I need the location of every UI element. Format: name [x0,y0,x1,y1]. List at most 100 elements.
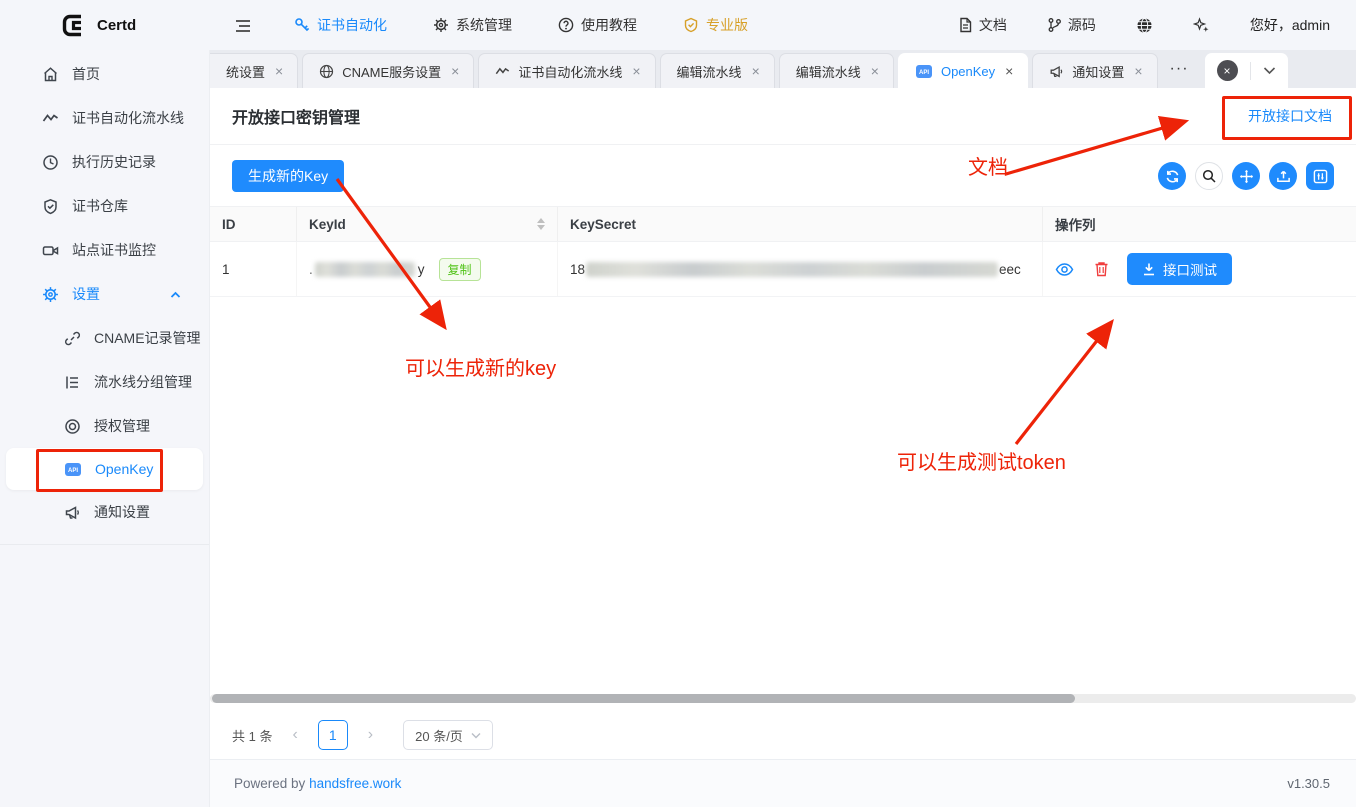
table-row: 1 . y 复制 18 eec 接口测 [210,242,1356,297]
cell-keysecret: 18 eec [558,242,1043,296]
close-icon[interactable]: × [449,63,461,79]
top-header: Certd 证书自动化 系统管理 使用教程 专业版 文档 源码 [0,0,1356,50]
copy-button[interactable]: 复制 [439,258,481,281]
tab-notifications[interactable]: 通知设置 × [1032,53,1157,88]
export-icon [1276,169,1291,184]
sidebar-item-label: 站点证书监控 [72,240,156,260]
close-icon[interactable]: × [273,63,285,79]
pulse-line-icon [42,110,59,127]
source-code-link[interactable]: 源码 [1047,15,1096,35]
view-button[interactable] [1055,262,1074,277]
sidebar-item-notifications[interactable]: 通知设置 [6,490,203,534]
close-icon[interactable]: × [869,63,881,79]
sidebar-item-home[interactable]: 首页 [6,52,203,96]
close-icon[interactable]: × [750,63,762,79]
page-number-button[interactable]: 1 [318,720,348,750]
megaphone-icon [1049,64,1064,79]
ai-sparkles-icon[interactable] [1193,16,1210,34]
handsfree-link[interactable]: handsfree.work [309,776,401,791]
tab-openkey[interactable]: API OpenKey × [898,53,1028,88]
sidebar-collapse-icon[interactable] [234,16,252,33]
close-all-tabs-icon[interactable]: × [1217,60,1238,81]
brand-name: Certd [97,17,136,34]
sidebar-item-label: 通知设置 [94,502,150,522]
app-version: v1.30.5 [1287,776,1330,791]
sidebar-item-label: 执行历史记录 [72,152,156,172]
sidebar-item-settings[interactable]: 设置 [6,272,203,316]
prev-page-button[interactable]: ‹ [286,726,303,744]
sidebar-item-label: 首页 [72,64,100,84]
table-header: ID KeyId KeySecret 操作列 [210,206,1356,242]
sort-icon[interactable] [537,218,545,230]
link-icon [64,330,81,347]
compact-mode-button[interactable] [1232,162,1260,190]
sidebar-item-history[interactable]: 执行历史记录 [6,140,203,184]
nav-pro-edition[interactable]: 专业版 [683,15,748,35]
sidebar-item-auth-manage[interactable]: 授权管理 [6,404,203,448]
home-icon [42,66,59,83]
docs-link[interactable]: 文档 [958,15,1007,35]
pulse-line-icon [495,64,510,79]
nav-cert-automation[interactable]: 证书自动化 [294,15,387,35]
sidebar-item-openkey[interactable]: API OpenKey [6,448,203,490]
brand[interactable]: Certd [0,12,210,39]
next-page-button[interactable]: › [362,726,379,744]
certd-logo-icon [60,12,87,39]
tab-cert-pipelines[interactable]: 证书自动化流水线 × [478,53,655,88]
close-icon[interactable]: × [630,63,642,79]
horizontal-scrollbar[interactable] [210,694,1356,703]
close-icon[interactable]: × [1132,63,1144,79]
header-nav: 证书自动化 系统管理 使用教程 专业版 [294,15,748,35]
delete-button[interactable] [1094,261,1109,277]
api-test-button[interactable]: 接口测试 [1127,253,1232,285]
chevron-down-icon[interactable] [1251,66,1288,75]
export-button[interactable] [1269,162,1297,190]
sliders-icon [1313,169,1328,184]
megaphone-icon [64,504,81,521]
shield-check-icon [42,198,59,215]
tab-edit-pipeline-1[interactable]: 编辑流水线 × [660,53,775,88]
header-right: 文档 源码 您好，admin [958,15,1356,35]
secret-prefix: 18 [570,262,585,277]
language-globe-icon[interactable] [1136,16,1153,34]
source-label: 源码 [1068,15,1096,35]
nav-system-admin[interactable]: 系统管理 [433,15,512,35]
sidebar-item-pipeline-groups[interactable]: 流水线分组管理 [6,360,203,404]
api-badge-icon: API [64,462,82,477]
more-tabs-icon[interactable]: ··· [1170,60,1189,78]
sidebar-item-site-monitor[interactable]: 站点证书监控 [6,228,203,272]
scrollbar-thumb[interactable] [212,694,1075,703]
openkey-table: ID KeyId KeySecret 操作列 1 . y 复制 18 eec [210,206,1356,297]
tab-system-settings-partial[interactable]: 统设置 × [210,53,298,88]
cell-actions: 接口测试 [1043,242,1356,296]
close-icon[interactable]: × [1003,63,1015,79]
page-size-select[interactable]: 20 条/页 [403,720,493,750]
generate-key-button[interactable]: 生成新的Key [232,160,344,192]
gear-icon [42,286,59,303]
caret-up-icon [170,286,181,302]
toolbar-icons [1158,162,1334,190]
open-api-doc-link[interactable]: 开放接口文档 [1248,106,1332,126]
tab-label: OpenKey [941,64,995,79]
sidebar-item-cert-store[interactable]: 证书仓库 [6,184,203,228]
cell-id: 1 [210,242,297,296]
nav-label: 系统管理 [456,15,512,35]
column-header-keyid[interactable]: KeyId [297,207,558,241]
key-icon [294,17,310,33]
refresh-button[interactable] [1158,162,1186,190]
trash-icon [1094,261,1109,277]
nav-tutorial[interactable]: 使用教程 [558,15,637,35]
column-settings-button[interactable] [1306,162,1334,190]
tab-edit-pipeline-2[interactable]: 编辑流水线 × [779,53,894,88]
pro-badge-icon [683,17,699,33]
svg-text:API: API [919,70,929,76]
sidebar-item-pipelines[interactable]: 证书自动化流水线 [6,96,203,140]
docs-label: 文档 [979,15,1007,35]
search-toggle-button[interactable] [1195,162,1223,190]
sidebar-item-cname-records[interactable]: CNAME记录管理 [6,316,203,360]
chevron-down-icon [471,732,481,739]
tab-label: 编辑流水线 [796,62,861,81]
tab-cname-service[interactable]: CNAME服务设置 × [302,53,474,88]
eye-icon [1055,262,1074,277]
user-greeting[interactable]: 您好，admin [1250,15,1330,35]
